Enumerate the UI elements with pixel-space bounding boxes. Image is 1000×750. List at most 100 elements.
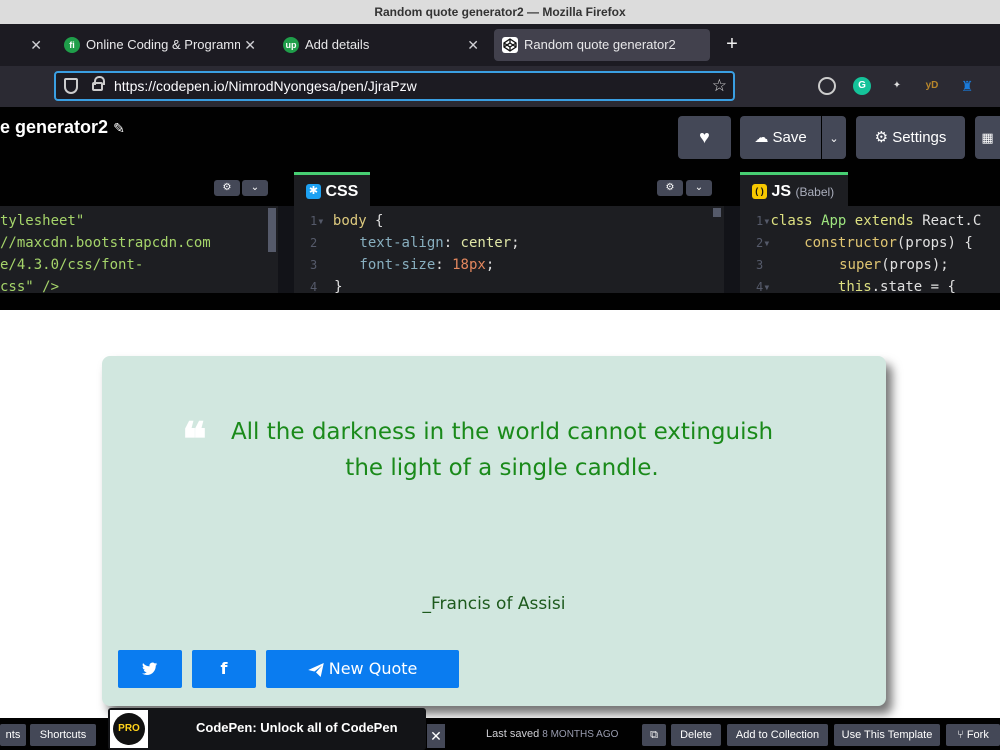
code-text: (props) {: [896, 235, 973, 251]
layout-icon: ▦: [981, 130, 994, 145]
close-icon[interactable]: ✕: [30, 29, 42, 61]
js-function: constructor: [804, 235, 897, 251]
delete-button[interactable]: Delete: [671, 724, 721, 746]
scrollbar[interactable]: [268, 208, 276, 252]
heart-icon: ♥: [699, 127, 710, 147]
css-editor[interactable]: 1▾ body { 2 text-align: center; 3 font-s…: [294, 206, 724, 293]
chevron-down-icon[interactable]: ⌄: [686, 180, 712, 196]
url-bar[interactable]: https://codepen.io/NimrodNyongesa/pen/Jj…: [54, 71, 735, 101]
promo-text: CodePen: Unlock all of CodePen: [196, 720, 398, 735]
tab-online-coding[interactable]: fi Online Coding & Programmi ✕: [56, 29, 266, 61]
pro-promo-banner[interactable]: PRO CodePen: Unlock all of CodePen: [108, 708, 426, 750]
tab-label: Add details: [305, 37, 370, 52]
html-editor[interactable]: tylesheet" //maxcdn.bootstrapcdn.com e/4…: [0, 206, 278, 293]
scrollbar[interactable]: [713, 208, 721, 217]
use-template-button[interactable]: Use This Template: [834, 724, 940, 746]
assets-button[interactable]: nts: [0, 724, 26, 746]
gear-icon[interactable]: ⚙: [657, 180, 683, 196]
tab-overflow[interactable]: ✕: [0, 29, 52, 61]
tab-random-quote[interactable]: Random quote generator2: [494, 29, 710, 61]
close-icon[interactable]: ✕: [467, 29, 479, 61]
new-quote-button[interactable]: New Quote: [266, 650, 459, 688]
last-saved-status: Last saved 8 MONTHS AGO: [486, 728, 618, 740]
save-dropdown-button[interactable]: ⌄: [822, 116, 846, 159]
js-label: JS: [771, 183, 792, 200]
lock-icon[interactable]: [92, 76, 105, 91]
pen-title-text[interactable]: e generator2: [0, 117, 108, 137]
code-text: ;: [485, 257, 495, 273]
settings-button[interactable]: ⚙ Settings: [856, 116, 965, 159]
chevron-down-icon: ⌄: [829, 133, 839, 145]
stopwatch-icon[interactable]: [818, 77, 836, 95]
fold-icon[interactable]: ▾: [317, 214, 324, 228]
pen-title[interactable]: e generator2 ✎: [0, 117, 125, 138]
bookmark-star-icon[interactable]: ☆: [712, 73, 727, 99]
tab-label: Online Coding & Programmi: [86, 37, 240, 52]
js-editor[interactable]: 1▾class App extends React.C 2▾ construct…: [740, 206, 1000, 293]
yd-icon[interactable]: yD: [923, 77, 941, 95]
fork-button[interactable]: ⑂ Fork: [946, 724, 1000, 746]
tab-js[interactable]: ( ) JS (Babel): [740, 172, 848, 206]
last-saved-label: Last saved: [486, 728, 540, 740]
fork-label: Fork: [966, 729, 989, 741]
gear-icon[interactable]: ⚙: [214, 180, 240, 196]
add-to-collection-button[interactable]: Add to Collection: [727, 724, 828, 746]
codepen-icon: [502, 37, 518, 53]
window-title: Random quote generator2 — Mozilla Firefo…: [0, 0, 1000, 24]
js-keyword: extends: [854, 213, 914, 229]
code-line: css" />: [0, 279, 60, 293]
pane-resizer[interactable]: [724, 206, 740, 293]
puzzle-icon[interactable]: ✦: [888, 77, 906, 95]
line-number: 3: [756, 258, 764, 272]
tab-add-details[interactable]: up Add details ✕: [275, 29, 489, 61]
js-function: super: [839, 257, 882, 273]
close-icon[interactable]: ✕: [427, 724, 445, 748]
code-text: (props);: [881, 257, 949, 273]
fork-icon: ⑂: [957, 729, 964, 741]
pencil-icon[interactable]: ✎: [113, 120, 125, 136]
preview-resizer[interactable]: [0, 293, 1000, 310]
navigation-bar: https://codepen.io/NimrodNyongesa/pen/Jj…: [0, 66, 1000, 107]
url-text[interactable]: https://codepen.io/NimrodNyongesa/pen/Jj…: [114, 73, 417, 99]
tweet-button[interactable]: [118, 650, 182, 688]
js-keyword: this: [837, 279, 872, 293]
external-link-button[interactable]: ⧉: [642, 724, 666, 746]
trophy-icon[interactable]: ♜: [958, 77, 976, 95]
facebook-icon: f: [220, 659, 228, 678]
js-keyword: class: [770, 213, 813, 229]
shortcuts-button[interactable]: Shortcuts: [30, 724, 96, 746]
quote-text: All the darkness in the world cannot ext…: [230, 419, 774, 481]
code-text: {: [366, 213, 384, 229]
code-text: .state = {: [871, 279, 956, 293]
css-value: center: [460, 235, 512, 251]
new-quote-label: New Quote: [328, 659, 418, 678]
codepen-header: e generator2 ✎ ♥ ☁ Save ⌄ ⚙ Settings ▦: [0, 107, 1000, 169]
code-line: //maxcdn.bootstrapcdn.com: [0, 235, 211, 251]
heart-button[interactable]: ♥: [678, 116, 731, 159]
new-tab-button[interactable]: +: [720, 29, 744, 59]
pro-badge: PRO: [110, 710, 148, 748]
chevron-down-icon[interactable]: ⌄: [242, 180, 268, 196]
shield-icon[interactable]: [64, 78, 78, 94]
code-line: e/4.3.0/css/font-: [0, 257, 144, 273]
code-text: ;: [511, 235, 520, 251]
tab-label: Random quote generator2: [524, 37, 676, 52]
css-value: 18px: [452, 257, 486, 273]
save-button[interactable]: ☁ Save: [740, 116, 821, 159]
external-link-icon: ⧉: [650, 729, 658, 741]
cloud-icon: ☁: [754, 129, 769, 145]
preview-frame: ❝ All the darkness in the world cannot e…: [0, 310, 1000, 718]
facebook-button[interactable]: f: [192, 650, 256, 688]
layout-button[interactable]: ▦: [975, 116, 1000, 159]
close-icon[interactable]: ✕: [244, 29, 256, 61]
tab-css[interactable]: ✱ CSS: [294, 172, 370, 206]
gear-icon: ⚙: [874, 129, 889, 146]
line-number: 2: [310, 236, 318, 250]
css-pane-header: ✱ CSS ⚙ ⌄: [294, 169, 724, 206]
pane-resizer[interactable]: [278, 206, 294, 293]
code-text: }: [334, 279, 343, 293]
line-number: 4: [310, 280, 318, 293]
grammarly-icon[interactable]: G: [853, 77, 871, 95]
pane-gap: [724, 169, 740, 206]
code-text: React.C: [922, 213, 982, 229]
